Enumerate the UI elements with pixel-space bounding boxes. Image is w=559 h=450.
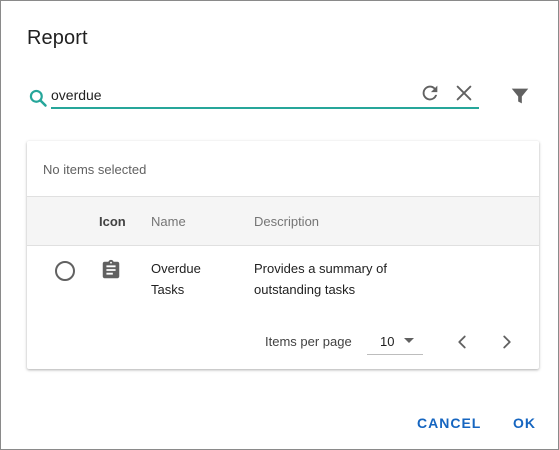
chevron-right-icon[interactable] — [496, 331, 518, 353]
search-icon — [29, 89, 47, 107]
row-select-radio[interactable] — [55, 261, 75, 281]
search-input[interactable] — [51, 85, 417, 105]
filter-icon[interactable] — [509, 85, 531, 107]
clipboard-icon — [102, 259, 120, 279]
row-description: Provides a summary of outstanding tasks — [254, 261, 387, 297]
ok-button[interactable]: OK — [513, 415, 536, 431]
selection-status: No items selected — [43, 162, 147, 177]
search-underline — [51, 107, 479, 109]
column-header-icon: Icon — [99, 214, 126, 229]
column-header-name[interactable]: Name — [151, 214, 186, 229]
chevron-left-icon[interactable] — [451, 331, 473, 353]
table-row[interactable]: Overdue Tasks Provides a summary of outs… — [27, 246, 539, 312]
paginator: Items per page 10 — [27, 321, 539, 361]
dialog-title: Report — [27, 27, 88, 49]
items-per-page-select[interactable]: 10 — [367, 329, 423, 355]
items-per-page-value: 10 — [380, 334, 395, 349]
column-header-description[interactable]: Description — [254, 214, 319, 229]
close-icon[interactable] — [453, 82, 475, 104]
report-dialog: Report No items selected Icon Name Descr… — [0, 0, 559, 450]
table-header: Icon Name Description — [27, 196, 539, 246]
report-table-card: No items selected Icon Name Description … — [27, 141, 539, 369]
cancel-button[interactable]: CANCEL — [417, 415, 481, 431]
refresh-icon[interactable] — [419, 82, 441, 104]
items-per-page-label: Items per page — [265, 334, 352, 349]
dropdown-arrow-icon — [404, 338, 414, 343]
row-name: Overdue Tasks — [151, 261, 201, 297]
